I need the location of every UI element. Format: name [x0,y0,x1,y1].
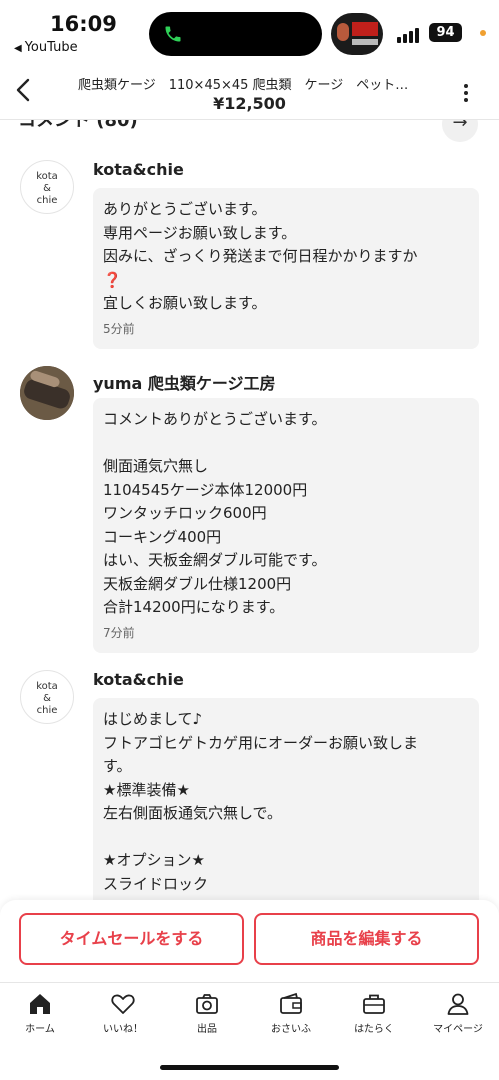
comment-line: はじめまして♪ [103,710,203,728]
comment-bubble: コメントありがとうございます。 側面通気穴無し 1104545ケージ本体1200… [93,398,479,653]
comment-time: 5分前 [103,321,135,336]
tab-label: マイページ [433,1024,483,1035]
comment-author[interactable]: yuma 爬虫類ケージ工房 [93,370,276,394]
battery-icon: 94 [429,23,462,42]
edit-item-button[interactable]: 商品を編集する [254,913,479,965]
back-triangle-icon: ◀ [14,43,22,54]
comment-line: ★標準装備★ [103,780,190,799]
comment-line: 左右側面板通気穴無しで。 [103,804,282,822]
tab-label: おさいふ [271,1024,311,1035]
comment-line: 専用ページお願い致します。 [103,223,297,242]
comment-line: フトアゴヒゲトカゲ用にオーダーお願い致しま [103,733,419,752]
avatar-text-line: & [43,693,51,704]
status-bar: 16:09 ◀ YouTube 94 [0,0,499,60]
camera-icon [196,994,218,1014]
thumbnail-red-panel [352,22,378,36]
comment-line: スライドロック [103,874,209,893]
comment-line: 宜しくお願い致します。 [103,294,267,312]
tab-wallet[interactable]: おさいふ [251,991,331,1035]
phone-call-icon [165,26,181,42]
item-title: 爬虫類ケージ 110×45×45 爬虫類 ケージ ペット… [78,78,409,93]
tab-work[interactable]: はたらく [334,991,414,1035]
comment-line: す。 [103,757,132,775]
comment-line: コーキング400円 [103,527,222,546]
tab-likes[interactable]: いいね！ [83,991,163,1035]
person-icon [447,993,469,1015]
comment-bubble: ありがとうございます。 専用ページお願い致します。 因みに、ざっくり発送まで何日… [93,188,479,349]
tab-home[interactable]: ホーム [0,991,80,1035]
more-options-icon[interactable] [458,84,474,104]
tab-label: ホーム [25,1024,55,1035]
dynamic-island[interactable] [149,12,322,56]
comment-line: 合計14200円になります。 [103,598,285,616]
comment-line [103,826,469,850]
comment-line: 天板金網ダブル仕様1200円 [103,574,292,593]
timesale-button[interactable]: タイムセールをする [19,913,244,965]
wallet-icon [280,992,302,1014]
briefcase-icon [363,994,385,1014]
heart-icon [111,994,135,1014]
back-app-label: YouTube [24,40,78,55]
comment-line: はい、天板金網ダブル可能です。 [103,551,327,569]
avatar-text-line: kota [36,681,58,692]
status-time: 16:09 [50,12,117,36]
comment-line: 因みに、ざっくり発送まで何日程かかりますか [103,247,418,265]
home-indicator[interactable] [160,1065,339,1070]
comment-line: 1104545ケージ本体12000円 [103,480,308,499]
thumbnail-face [337,23,349,41]
item-price: ¥12,500 [213,94,286,113]
tab-mypage[interactable]: マイページ [418,991,498,1035]
back-to-app-link[interactable]: ◀ YouTube [14,40,78,55]
home-icon [30,994,50,1014]
live-activity-thumbnail[interactable] [331,13,383,55]
avatar[interactable]: kota & chie [20,670,74,724]
avatar-text-line: kota [36,171,58,182]
comment-line: ★オプション★ [103,851,205,869]
avatar-text-line: chie [36,705,58,716]
comment-author[interactable]: kota&chie [93,160,184,179]
avatar[interactable]: kota & chie [20,160,74,214]
avatar-text-line: chie [36,195,58,206]
item-header: 爬虫類ケージ 110×45×45 爬虫類 ケージ ペット… ¥12,500 [0,60,499,120]
tab-label: 出品 [197,1024,217,1035]
comments-area[interactable]: コメント (80) → kota & chie kota&chie ありがとうご… [0,120,499,900]
comment-line: ありがとうございます。 [103,200,267,218]
comment-time: 7分前 [103,625,135,640]
avatar-text-line: & [43,183,51,194]
avatar[interactable] [20,366,74,420]
arrow-right-icon[interactable]: → [442,120,478,142]
comment-line: ワンタッチロック600円 [103,504,267,522]
privacy-indicator-dot [480,30,486,36]
comment-bubble: はじめまして♪ フトアゴヒゲトカゲ用にオーダーお願い致しま す。 ★標準装備★ … [93,698,479,900]
tab-sell[interactable]: 出品 [167,991,247,1035]
seller-action-bar: タイムセールをする 商品を編集する [0,900,499,982]
question-mark-emoji: ❓ [103,270,122,289]
comment-line: 側面通気穴無し [103,457,209,475]
signal-strength-icon [397,24,421,43]
comments-section-title: コメント (80) [18,120,138,131]
tab-label: はたらく [354,1024,394,1035]
comment-author[interactable]: kota&chie [93,670,184,689]
comment-line: コメントありがとうございます。 [103,410,327,428]
comment-line [103,432,469,456]
tab-label: いいね！ [103,1024,143,1035]
thumbnail-caption-bar [352,39,378,45]
